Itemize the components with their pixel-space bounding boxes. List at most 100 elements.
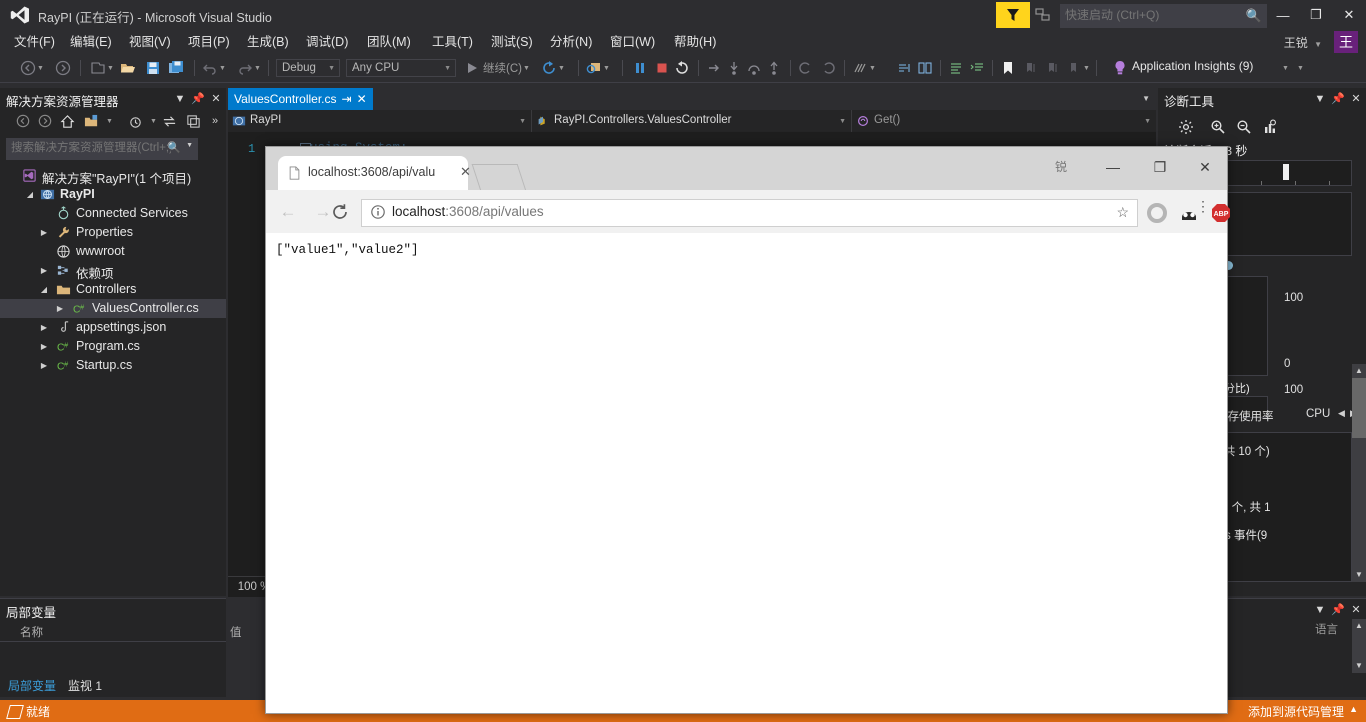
restart-button[interactable]: ▼ (541, 57, 565, 79)
home-button[interactable] (58, 112, 76, 130)
panel-pin-icon[interactable]: 📌 (1330, 91, 1346, 107)
menu-item-file[interactable]: 文件(F) (8, 33, 61, 51)
show-all-files-dropdown[interactable]: ▼ (100, 112, 118, 130)
window-minimize-button[interactable]: — (1268, 2, 1298, 28)
panel-pin-icon[interactable]: 📌 (1330, 602, 1346, 618)
tabs-scroll-left-icon[interactable]: ◀ (1338, 408, 1345, 419)
adblock-plus-icon[interactable]: ABP (1210, 202, 1232, 224)
quick-launch-input[interactable] (1061, 5, 1244, 25)
expand-icon[interactable]: ▶ (38, 342, 50, 351)
tree-item-solution[interactable]: 解决方案"RayPI"(1 个项目) (0, 166, 226, 186)
menu-item-tools[interactable]: 工具(T) (426, 33, 479, 51)
menu-item-view[interactable]: 视图(V) (123, 33, 177, 51)
application-insights-dropdown[interactable]: ▼ (1281, 57, 1289, 79)
browser-close-button[interactable]: ✕ (1183, 153, 1227, 181)
tree-item-dependencies[interactable]: ▶ 依赖项 (0, 261, 226, 281)
panel-close-icon[interactable]: ✕ (1348, 91, 1364, 107)
toolbar-overflow-button[interactable]: ▼ (1296, 57, 1304, 79)
address-bar[interactable]: localhost:3608/api/values ☆ (361, 199, 1138, 227)
tab-list-dropdown-icon[interactable]: ▼ (1142, 94, 1150, 103)
panel-close-icon[interactable]: ✕ (208, 91, 224, 107)
restart-debug-button[interactable] (674, 57, 690, 79)
solution-search-input[interactable] (7, 139, 175, 157)
menu-item-team[interactable]: 团队(M) (361, 33, 417, 51)
reset-view-icon[interactable] (1260, 117, 1280, 137)
panel-dropdown-icon[interactable]: ▼ (172, 91, 188, 107)
scroll-up-icon[interactable]: ▲ (1352, 364, 1366, 378)
stop-debugging-button[interactable] (654, 57, 670, 79)
toggle-bookmark-button[interactable] (1000, 57, 1016, 79)
menu-item-project[interactable]: 项目(P) (182, 33, 236, 51)
browser-maximize-button[interactable]: ❐ (1138, 153, 1182, 181)
tree-item-connected-services[interactable]: Connected Services (0, 204, 226, 223)
scroll-down-icon[interactable]: ▼ (1352, 568, 1366, 582)
expand-icon[interactable]: ▶ (38, 228, 50, 237)
scroll-up-icon[interactable]: ▲ (1352, 619, 1366, 633)
panel-close-icon[interactable]: ✕ (1348, 602, 1364, 618)
new-project-button[interactable]: ▼ (90, 57, 114, 79)
menu-item-edit[interactable]: 编辑(E) (64, 33, 118, 51)
properties-window-button[interactable] (184, 112, 202, 130)
uncomment-lines-button[interactable] (969, 57, 985, 79)
browser-profile-avatar[interactable]: 锐 (1051, 157, 1071, 177)
show-next-statement-button[interactable] (706, 57, 722, 79)
show-all-files-button[interactable] (82, 112, 100, 130)
settings-gear-icon[interactable] (1176, 117, 1196, 137)
redo-button[interactable]: ▼ (237, 57, 261, 79)
panel-dropdown-icon[interactable]: ▼ (1312, 91, 1328, 107)
status-caret-up-icon[interactable]: ▲ (1349, 704, 1358, 714)
expand-icon[interactable]: ▶ (54, 304, 66, 313)
expand-icon[interactable]: ▶ (38, 266, 50, 275)
bottom-right-scrollbar[interactable]: ▲ ▼ (1352, 619, 1366, 673)
tree-item-appsettings[interactable]: ▶ appsettings.json (0, 318, 226, 337)
tree-item-startup[interactable]: ▶ C # Startup.cs (0, 356, 226, 375)
window-maximize-button[interactable]: ❐ (1301, 2, 1331, 28)
application-insights-button[interactable]: Application Insights (9) (1132, 59, 1253, 73)
menu-item-debug[interactable]: 调试(D) (300, 33, 354, 51)
timeline-marker[interactable] (1283, 164, 1289, 180)
solution-configuration-combo[interactable]: Debug ▼ (276, 59, 340, 77)
tab-locals[interactable]: 局部变量 (8, 677, 56, 694)
solution-platform-combo[interactable]: Any CPU ▼ (346, 59, 456, 77)
avatar[interactable]: 王 (1334, 31, 1358, 53)
step-forward-button[interactable] (820, 57, 836, 79)
tree-item-values-controller[interactable]: ▶ C # ValuesController.cs (0, 299, 226, 318)
new-tab-button[interactable] (471, 164, 527, 191)
browser-menu-button[interactable]: ⋮ (1196, 199, 1210, 213)
bookmark-star-icon[interactable]: ☆ (1116, 204, 1129, 221)
notifications-icon[interactable] (1034, 6, 1052, 24)
forward-button[interactable] (36, 112, 54, 130)
menu-item-analyze[interactable]: 分析(N) (544, 33, 598, 51)
tab-values-controller[interactable]: ValuesController.cs ⇥ ✕ (228, 88, 373, 110)
zoom-out-icon[interactable] (1234, 117, 1254, 137)
continue-button[interactable]: 继续(C) ▼ (464, 57, 530, 79)
menu-item-help[interactable]: 帮助(H) (668, 33, 722, 51)
panel-pin-icon[interactable]: 📌 (190, 91, 206, 107)
close-icon[interactable]: ✕ (357, 92, 367, 106)
break-all-button[interactable] (632, 57, 648, 79)
browser-reload-button[interactable] (326, 198, 354, 226)
expand-icon[interactable]: ▶ (38, 323, 50, 332)
tree-item-wwwroot[interactable]: wwwroot (0, 242, 226, 261)
browser-minimize-button[interactable]: — (1091, 153, 1135, 181)
send-feedback-button[interactable] (996, 2, 1030, 28)
window-layout-button[interactable] (896, 57, 912, 79)
navigate-forward-button[interactable] (55, 57, 71, 79)
save-all-button[interactable] (168, 57, 184, 79)
collapse-icon[interactable]: ◢ (24, 190, 36, 199)
previous-bookmark-button[interactable] (1022, 57, 1038, 79)
application-insights-icon-wrap[interactable] (1112, 57, 1128, 79)
panel-dropdown-icon[interactable]: ▼ (1312, 602, 1328, 618)
add-to-source-control-button[interactable]: 添加到源代码管理 (1248, 703, 1344, 720)
undo-button[interactable]: ▼ (202, 57, 226, 79)
scroll-down-icon[interactable]: ▼ (1352, 659, 1366, 673)
solution-search-box[interactable]: 🔍 ▼ (6, 138, 198, 160)
page-info-icon[interactable] (370, 204, 386, 220)
back-button[interactable] (14, 112, 32, 130)
step-over-button[interactable] (746, 57, 762, 79)
comment-lines-button[interactable] (948, 57, 964, 79)
intellitrace-button[interactable]: ▼ (852, 57, 876, 79)
tree-item-program[interactable]: ▶ C # Program.cs (0, 337, 226, 356)
nav-type-combo[interactable]: RayPI.Controllers.ValuesController ▼ (532, 110, 852, 132)
tree-item-controllers-folder[interactable]: ◢ Controllers (0, 280, 226, 299)
